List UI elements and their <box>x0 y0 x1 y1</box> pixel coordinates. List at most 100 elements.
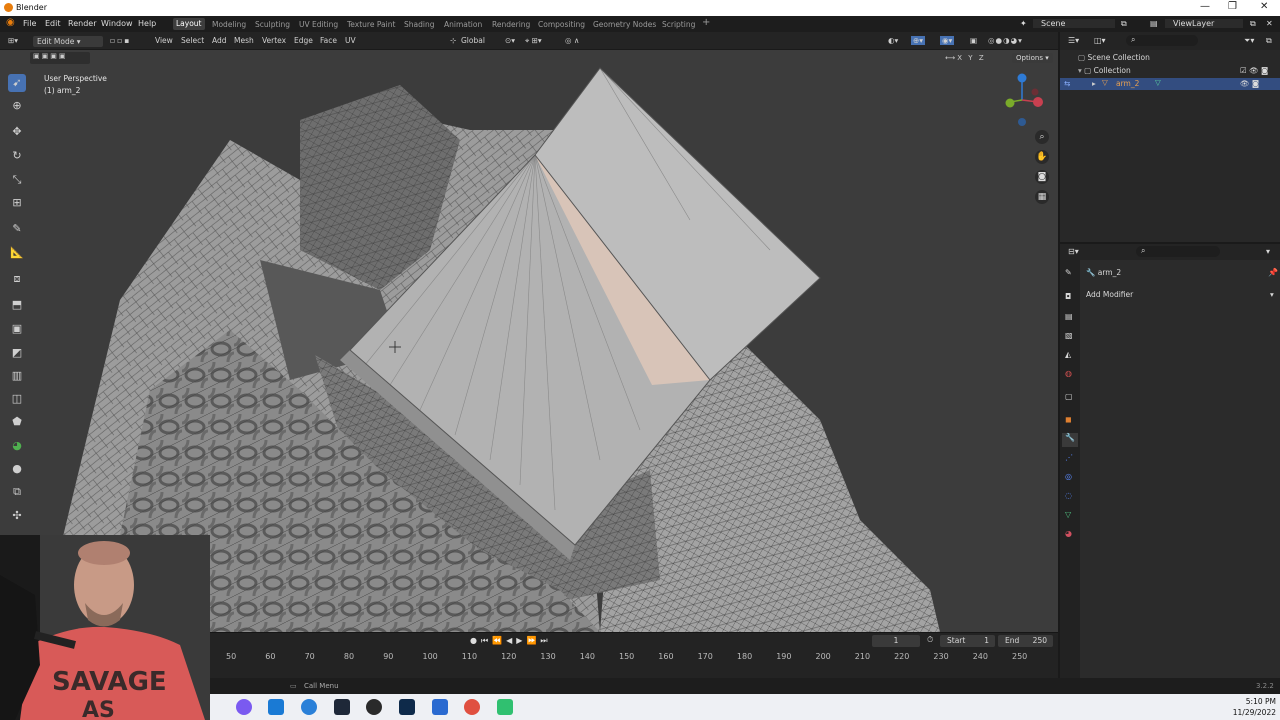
tab-uv-editing[interactable]: UV Editing <box>299 20 338 29</box>
pan-hand-icon[interactable]: ✋ <box>1035 150 1049 164</box>
transform-tool-icon[interactable]: ⊞ <box>8 194 26 212</box>
maximize-button[interactable]: ❐ <box>1228 1 1237 12</box>
world-tab-icon[interactable]: ◍ <box>1065 369 1072 378</box>
pin-icon[interactable]: 📌 <box>1268 268 1278 277</box>
properties-editor-icon[interactable]: ⊟▾ <box>1068 247 1079 256</box>
app-c-icon[interactable] <box>432 699 448 715</box>
remove-viewlayer-icon[interactable]: ✕ <box>1266 19 1273 28</box>
photoshop-icon[interactable] <box>399 699 415 715</box>
shading-mode-buttons[interactable]: ◎●◑◕▾ <box>988 36 1023 45</box>
menu-window[interactable]: Window <box>101 19 133 28</box>
constraints-tab-icon[interactable]: ◌ <box>1065 491 1072 500</box>
filter-icon[interactable]: ⏷▾ <box>1244 36 1254 46</box>
zoom-icon[interactable]: ⌕ <box>1035 130 1049 144</box>
menu-help[interactable]: Help <box>138 19 156 28</box>
proportional-edit-icon[interactable]: ◎ ∧ <box>565 36 579 45</box>
scene-tab-icon[interactable]: ◭ <box>1065 350 1071 359</box>
blender-menu-icon[interactable]: ◉ <box>6 17 15 28</box>
poly-build-tool-icon[interactable]: ⬟ <box>8 413 26 431</box>
tab-modeling[interactable]: Modeling <box>212 20 246 29</box>
collection-visibility-icons[interactable]: ☑ 👁 ◙ <box>1240 66 1268 75</box>
gizmo-toggle-icon[interactable]: ⊕▾ <box>911 36 926 45</box>
editor-type-icon[interactable]: ⊞▾ <box>8 36 18 45</box>
measure-tool-icon[interactable]: 📐 <box>8 244 26 262</box>
edge-slide-tool-icon[interactable]: ⧉ <box>8 483 26 501</box>
menu-edge[interactable]: Edge <box>294 36 313 45</box>
tab-compositing[interactable]: Compositing <box>538 20 585 29</box>
menu-edit[interactable]: Edit <box>45 19 61 28</box>
spin-tool-icon[interactable]: ◕ <box>8 437 26 455</box>
menu-uv[interactable]: UV <box>345 36 356 45</box>
outliner-item-collection[interactable]: ▾ ▢ Collection ☑ 👁 ◙ <box>1078 66 1280 75</box>
add-workspace-button[interactable]: + <box>702 17 710 28</box>
app-green-icon[interactable] <box>497 699 513 715</box>
mode-selector[interactable]: Edit Mode ▾ <box>33 36 103 47</box>
minimize-button[interactable]: — <box>1200 1 1210 12</box>
tab-sculpting[interactable]: Sculpting <box>255 20 290 29</box>
outliner-editor-icon[interactable]: ☰▾ <box>1068 36 1079 45</box>
output-tab-icon[interactable]: ▤ <box>1065 312 1073 321</box>
discord-icon[interactable] <box>236 699 252 715</box>
orientation-selector[interactable]: Global <box>461 36 485 45</box>
playback-controls[interactable]: ●⏮⏪◀▶⏩⏭ <box>470 636 552 646</box>
pivot-icon[interactable]: ⊙▾ <box>505 36 515 45</box>
view-layer-tab-icon[interactable]: ▧ <box>1065 331 1073 340</box>
start-frame-field[interactable]: Start 1 <box>940 635 995 647</box>
data-tab-icon[interactable]: ▽ <box>1065 510 1071 519</box>
new-viewlayer-icon[interactable]: ⧉ <box>1250 19 1256 29</box>
scene-icon[interactable]: ✦ <box>1020 19 1027 28</box>
smooth-tool-icon[interactable]: ● <box>8 460 26 478</box>
rotate-tool-icon[interactable]: ↻ <box>8 147 26 165</box>
object-tab-icon[interactable]: ◼ <box>1065 415 1072 424</box>
viewlayer-selector[interactable]: ViewLayer <box>1165 19 1243 28</box>
tab-layout[interactable]: Layout <box>173 18 205 30</box>
properties-search-input[interactable]: ⌕ <box>1136 246 1220 257</box>
axis-x-toggle[interactable]: X <box>957 54 962 62</box>
xray-toggle-icon[interactable]: ▣ <box>970 36 977 45</box>
visibility-icon[interactable]: ◐▾ <box>888 36 898 45</box>
ortho-grid-icon[interactable]: ▦ <box>1035 190 1049 204</box>
menu-file[interactable]: File <box>23 19 36 28</box>
add-cube-tool-icon[interactable]: ⧈ <box>8 270 26 288</box>
navigation-gizmo[interactable] <box>998 68 1054 128</box>
clock-icon[interactable]: ⏱ <box>927 635 933 645</box>
file-explorer-icon[interactable] <box>268 699 284 715</box>
display-mode-icon[interactable]: ◫▾ <box>1094 36 1106 45</box>
app-red-icon[interactable] <box>464 699 480 715</box>
tab-shading[interactable]: Shading <box>404 20 434 29</box>
outliner-scene-collection[interactable]: ▢ Scene Collection <box>1078 53 1150 62</box>
axis-z-toggle[interactable]: Z <box>979 54 984 62</box>
physics-tab-icon[interactable]: ◎ <box>1065 472 1072 481</box>
blender-taskbar-icon[interactable] <box>366 699 382 715</box>
end-frame-field[interactable]: End 250 <box>998 635 1053 647</box>
menu-select[interactable]: Select <box>181 36 204 45</box>
inset-tool-icon[interactable]: ▣ <box>8 320 26 338</box>
scale-tool-icon[interactable]: ⤡ <box>8 171 26 189</box>
close-button[interactable]: ✕ <box>1260 1 1268 12</box>
menu-view[interactable]: View <box>155 36 173 45</box>
expand-arrow-icon[interactable]: ▸ <box>1092 79 1096 88</box>
snap-icon[interactable]: ⌖ ⊞▾ <box>525 36 542 46</box>
selection-mode-toolbar[interactable]: ▣▣▣▣ <box>30 52 90 64</box>
annotate-tool-icon[interactable]: ✎ <box>8 220 26 238</box>
tab-texture-paint[interactable]: Texture Paint <box>347 20 395 29</box>
camera-icon[interactable]: ◙ <box>1035 170 1049 184</box>
outliner-item-arm-2[interactable]: ⇆ ▸ ▽ arm_2 ▽ 👁 ◙ <box>1060 78 1280 90</box>
cursor-tool-icon[interactable]: ⊕ <box>8 97 26 115</box>
edge-browser-icon[interactable] <box>301 699 317 715</box>
outliner-search-input[interactable]: ⌕ <box>1126 35 1198 46</box>
material-tab-icon[interactable]: ◕ <box>1065 529 1072 538</box>
options-dropdown[interactable]: Options ▾ <box>1012 53 1053 63</box>
object-visibility-icons[interactable]: 👁 ◙ <box>1240 79 1259 88</box>
new-collection-icon[interactable]: ⧉ <box>1266 36 1272 46</box>
bevel-tool-icon[interactable]: ◩ <box>8 344 26 362</box>
extrude-tool-icon[interactable]: ⬒ <box>8 296 26 314</box>
knife-tool-icon[interactable]: ◫ <box>8 390 26 408</box>
collection-tab-icon[interactable]: ▢ <box>1065 392 1073 401</box>
menu-face[interactable]: Face <box>320 36 337 45</box>
scene-selector[interactable]: Scene <box>1033 19 1115 28</box>
overlay-toggle-icon[interactable]: ◉▾ <box>940 36 955 45</box>
shrink-fatten-tool-icon[interactable]: ✣ <box>8 507 26 525</box>
tab-geometry-nodes[interactable]: Geometry Nodes <box>593 20 656 29</box>
tab-animation[interactable]: Animation <box>444 20 482 29</box>
